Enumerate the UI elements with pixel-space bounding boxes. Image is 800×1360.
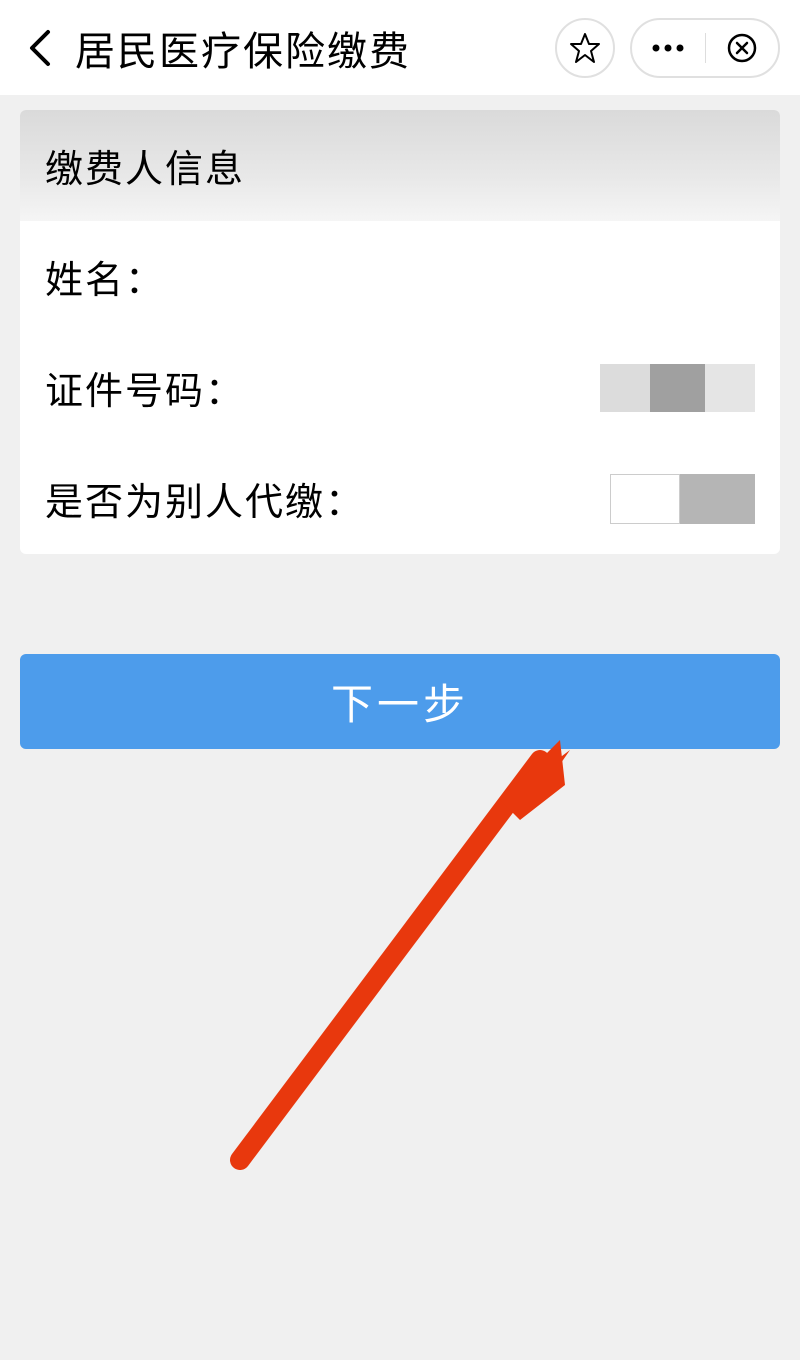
proxy-pay-label: 是否为别人代缴： — [45, 471, 365, 526]
toggle-knob — [610, 474, 680, 524]
payer-info-card: 缴费人信息 姓名： 证件号码： 是否为别人代缴： — [20, 110, 780, 554]
mini-program-capsule — [630, 18, 780, 78]
id-number-row: 证件号码： — [20, 332, 780, 443]
more-button[interactable] — [632, 20, 705, 76]
proxy-pay-row: 是否为别人代缴： — [20, 443, 780, 554]
star-icon — [569, 32, 601, 64]
id-number-value-redacted — [600, 364, 755, 412]
favorite-button[interactable] — [555, 18, 615, 78]
app-header: 居民医疗保险缴费 — [0, 0, 800, 95]
chevron-left-icon — [28, 28, 52, 68]
section-header: 缴费人信息 — [20, 110, 780, 221]
close-button[interactable] — [706, 20, 779, 76]
close-icon — [727, 33, 757, 63]
id-number-label: 证件号码： — [45, 360, 245, 415]
annotation-arrow-icon — [220, 740, 580, 1170]
page-title: 居民医疗保险缴费 — [75, 19, 411, 77]
name-label: 姓名： — [45, 249, 165, 304]
header-actions — [555, 18, 780, 78]
more-icon — [652, 44, 684, 52]
next-step-button[interactable]: 下一步 — [20, 654, 780, 749]
back-button[interactable] — [20, 28, 60, 68]
proxy-pay-toggle[interactable] — [610, 474, 755, 524]
content-area: 缴费人信息 姓名： 证件号码： 是否为别人代缴： 下一步 — [0, 110, 800, 749]
name-row: 姓名： — [20, 221, 780, 332]
